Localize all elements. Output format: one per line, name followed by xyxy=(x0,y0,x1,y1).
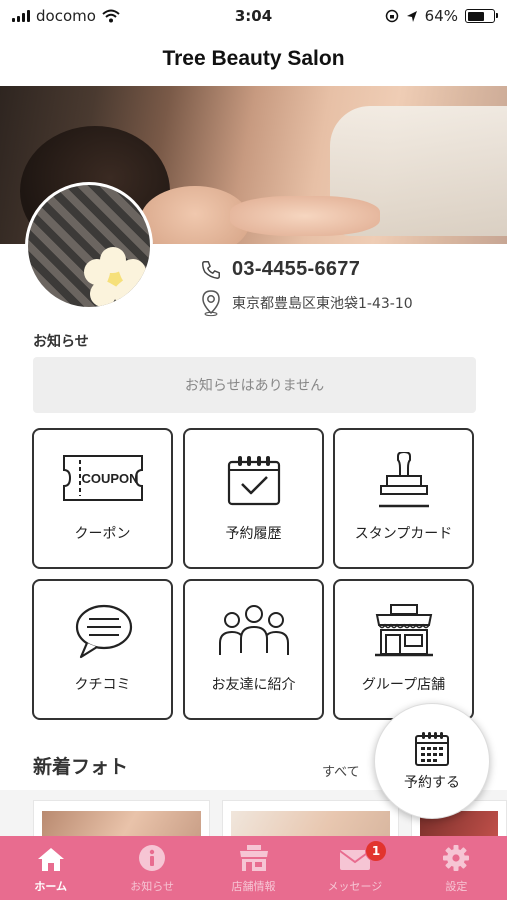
battery-percent: 64% xyxy=(424,7,458,25)
people-icon xyxy=(218,605,289,655)
gear-icon xyxy=(443,845,470,871)
coupon-tile[interactable]: COUPON クーポン xyxy=(32,428,173,569)
status-bar: docomo 3:04 64% xyxy=(0,0,507,32)
tab-bar: ホーム お知らせ 店舗情報 1 メッセージ 設定 xyxy=(0,836,507,900)
shop-avatar xyxy=(25,182,153,310)
see-all-link[interactable]: すべて xyxy=(322,761,360,780)
reviews-tile[interactable]: クチコミ xyxy=(32,579,173,720)
phone-row[interactable]: 03-4455-6677 xyxy=(200,258,413,281)
reserve-button-label: 予約する xyxy=(404,775,460,791)
tab-label-home: ホーム xyxy=(34,880,68,893)
tile-label-reservation-history: 予約履歴 xyxy=(225,526,282,542)
tab-home[interactable]: ホーム xyxy=(0,836,101,900)
photo-thumbnail[interactable] xyxy=(222,800,399,836)
carrier-name: docomo xyxy=(36,7,96,25)
calendar-check-icon xyxy=(227,456,280,506)
shop-address[interactable]: 東京都豊島区東池袋1-43-10 xyxy=(232,293,413,313)
phone-number[interactable]: 03-4455-6677 xyxy=(232,258,360,281)
group-stores-tile[interactable]: グループ店舗 xyxy=(333,579,474,720)
new-photos-heading: 新着フォト xyxy=(33,756,129,778)
photo-thumbnail[interactable] xyxy=(33,800,210,836)
message-badge: 1 xyxy=(365,840,388,862)
tab-label-messages: メッセージ xyxy=(327,880,383,893)
home-icon xyxy=(37,848,64,871)
map-pin-icon xyxy=(202,290,220,317)
tab-messages[interactable]: 1 メッセージ xyxy=(304,836,405,900)
wifi-icon xyxy=(102,9,120,23)
signal-icon xyxy=(12,10,30,22)
tab-label-notices: お知らせ xyxy=(130,880,174,893)
coupon-icon: COUPON xyxy=(62,455,143,501)
info-icon xyxy=(139,845,166,871)
stamp-icon xyxy=(378,452,429,508)
location-icon xyxy=(406,10,417,22)
tile-label-group-stores: グループ店舗 xyxy=(361,677,446,693)
stamp-card-tile[interactable]: スタンプカード xyxy=(333,428,474,569)
tile-label-stamp-card: スタンプカード xyxy=(354,526,453,542)
tile-label-coupon: クーポン xyxy=(74,526,131,542)
tab-notices[interactable]: お知らせ xyxy=(101,836,202,900)
tile-label-refer-friend: お友達に紹介 xyxy=(211,677,296,693)
notice-heading: お知らせ xyxy=(33,334,89,350)
notice-empty-message: お知らせはありません xyxy=(184,378,325,394)
tab-label-shop-info: 店舗情報 xyxy=(231,880,276,893)
tab-label-settings: 設定 xyxy=(445,880,468,893)
reservation-history-tile[interactable]: 予約履歴 xyxy=(183,428,324,569)
address-row[interactable]: 東京都豊島区東池袋1-43-10 xyxy=(200,289,413,317)
coupon-icon-text: COUPON xyxy=(81,471,138,486)
notice-empty-box: お知らせはありません xyxy=(33,357,476,413)
rotation-lock-icon xyxy=(385,9,398,23)
tile-label-reviews: クチコミ xyxy=(74,677,131,693)
reserve-button[interactable]: 予約する xyxy=(374,703,490,819)
navigation-bar: Tree Beauty Salon xyxy=(0,32,507,86)
storefront-icon xyxy=(374,604,433,657)
refer-friend-tile[interactable]: お友達に紹介 xyxy=(183,579,324,720)
shop-icon xyxy=(239,845,268,871)
shop-contact: 03-4455-6677 東京都豊島区東池袋1-43-10 xyxy=(200,258,413,317)
calendar-icon xyxy=(415,732,449,766)
tab-shop-info[interactable]: 店舗情報 xyxy=(203,836,304,900)
phone-icon xyxy=(202,260,220,279)
page-title: Tree Beauty Salon xyxy=(162,47,345,70)
tab-settings[interactable]: 設定 xyxy=(406,836,507,900)
speech-bubble-icon xyxy=(75,604,132,659)
battery-icon xyxy=(465,9,498,23)
